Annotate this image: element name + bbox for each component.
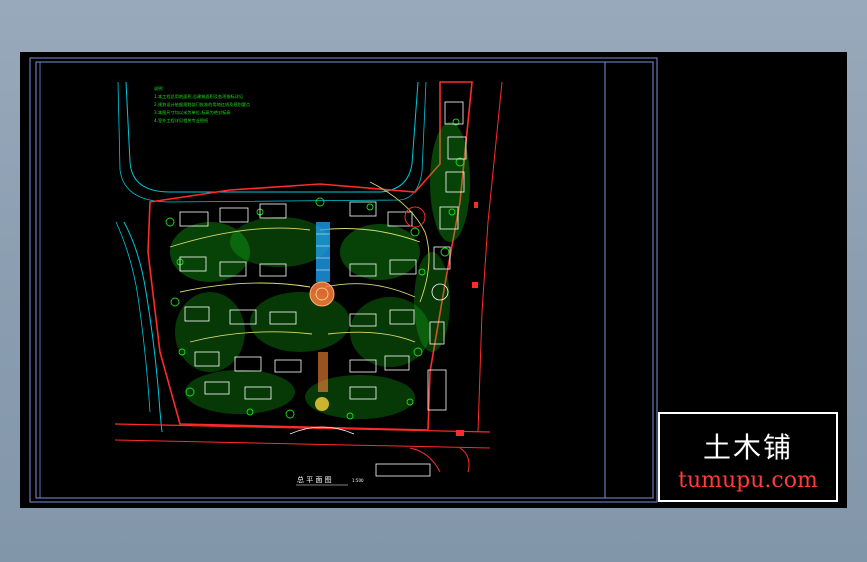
drawing-scale: 1:500 [352, 478, 364, 483]
note-line: 1.本工程总用地面积,总建筑面积及各项指标详见 [154, 93, 243, 100]
watermark-url-text: tumupu.com [678, 468, 818, 493]
watermark-chinese-text: 土木铺 [702, 431, 793, 464]
note-line: 4.室外工程详见相关专业图纸 [154, 117, 209, 124]
bottom-road [114, 423, 491, 433]
watermark-box: 土木铺 tumupu.com [658, 412, 838, 502]
note-line: 2.规划设计依据规划部门批准的用地红线及规划要点 [154, 101, 250, 108]
outer-frame-border [29, 57, 658, 503]
central-water-axis [316, 222, 330, 282]
design-notes: 说明: 1.本工程总用地面积,总建筑面积及各项指标详见 2.规划设计依据规划部门… [154, 85, 250, 124]
central-plaza [309, 281, 335, 307]
note-line: 说明: [154, 85, 164, 92]
drawing-title: 总 平 面 图 [297, 475, 332, 484]
note-line: 3.本图尺寸均以米为单位,标高为绝对标高 [154, 109, 231, 116]
